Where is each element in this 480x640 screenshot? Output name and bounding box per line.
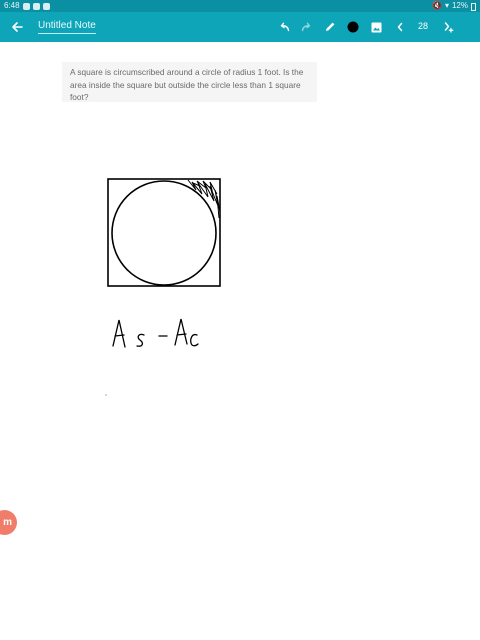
pen-icon [326,22,335,31]
status-bar: 6:48 🔇 ▾ 12% [0,0,480,12]
insert-image-button[interactable] [367,18,385,36]
battery-icon [471,2,476,11]
battery-text: 12% [451,1,468,10]
redo-icon [301,22,311,32]
notification-icon [32,2,40,10]
drawn-square [107,178,221,287]
notification-icon [22,2,30,10]
wifi-icon: ▾ [444,1,449,10]
back-button[interactable] [8,18,26,36]
page-number: 28 [417,21,428,31]
mute-icon: 🔇 [432,1,442,10]
fab-label: m [3,517,12,528]
status-time: 6:48 [4,1,20,10]
handwritten-expression [112,318,199,348]
undo-icon [280,22,290,32]
pen-button[interactable] [321,18,339,36]
status-left: 6:48 [4,0,50,12]
redo-button[interactable] [298,18,316,36]
add-page-button[interactable] [440,18,458,36]
arrow-left-icon [12,22,23,32]
note-title[interactable]: Untitled Note [38,20,96,34]
add-page-icon [444,22,454,33]
status-right: 🔇 ▾ 12% [432,0,476,12]
previous-page-button[interactable] [391,18,409,36]
chevron-left-icon [397,22,403,32]
drawing-canvas[interactable] [0,42,480,640]
drawn-circle [111,180,217,286]
stray-dot [105,394,107,396]
color-swatch-icon [347,21,359,33]
undo-button[interactable] [275,18,293,36]
image-icon [371,22,381,32]
color-picker-button[interactable] [344,18,362,36]
app-bar: Untitled Note 28 [0,12,480,42]
notification-icon [42,2,50,10]
